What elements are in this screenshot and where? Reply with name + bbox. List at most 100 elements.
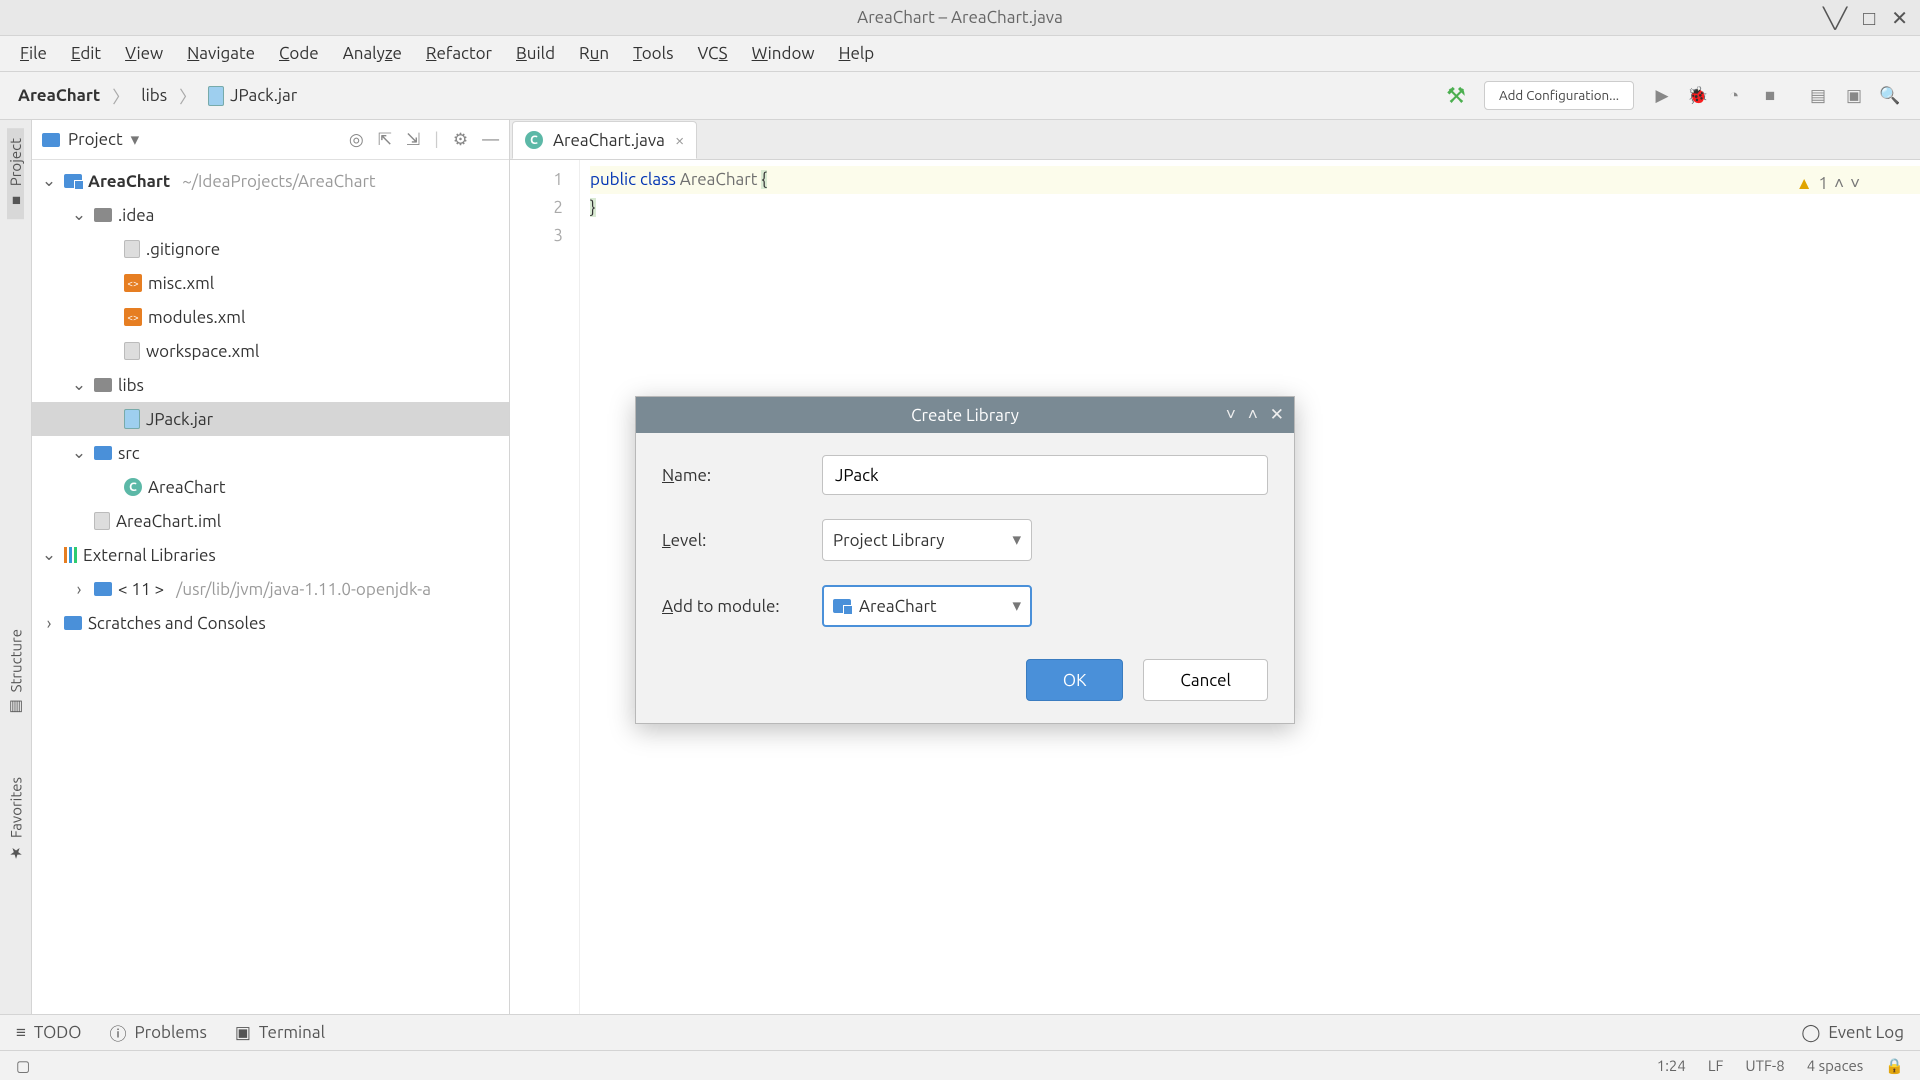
project-view-selector[interactable]: Project ▾	[42, 130, 139, 150]
tool-tab-project[interactable]: ■ Project	[7, 128, 24, 219]
menu-file[interactable]: File	[8, 40, 59, 67]
menu-help[interactable]: Help	[827, 40, 887, 67]
lock-icon[interactable]: 🔒	[1885, 1057, 1904, 1075]
menu-edit[interactable]: Edit	[59, 40, 113, 67]
window-minimize-icon[interactable]: ╲╱	[1823, 6, 1847, 31]
tree-external-libraries[interactable]: ⌄ External Libraries	[32, 538, 509, 572]
menu-build[interactable]: Build	[504, 40, 567, 67]
tree-file[interactable]: .gitignore	[32, 232, 509, 266]
build-icon[interactable]: ⚒	[1438, 78, 1474, 114]
chevron-down-icon[interactable]: ⌄	[70, 205, 88, 225]
chevron-down-icon[interactable]: ⌄	[40, 545, 58, 565]
tree-iml-file[interactable]: AreaChart.iml	[32, 504, 509, 538]
chevron-up-icon[interactable]: ˄	[1248, 405, 1258, 425]
tool-tab-label: Event Log	[1828, 1023, 1904, 1042]
chevron-down-icon[interactable]: ˅	[1226, 405, 1236, 425]
project-panel: Project ▾ ◎ ⇱ ⇲ | ⚙ — ⌄ AreaChart ~/Idea…	[32, 120, 510, 1014]
tree-scratches[interactable]: › Scratches and Consoles	[32, 606, 509, 640]
locate-icon[interactable]: ◎	[349, 130, 364, 150]
tool-tab-problems[interactable]: ⓘ Problems	[109, 1020, 206, 1045]
menu-tools[interactable]: Tools	[621, 40, 685, 67]
tool-tab-todo[interactable]: ≡ TODO	[16, 1023, 81, 1043]
tree-jar-file[interactable]: JPack.jar	[32, 402, 509, 436]
search-everywhere-icon[interactable]: 🔍	[1872, 78, 1908, 114]
status-line-separator[interactable]: LF	[1708, 1057, 1724, 1075]
close-icon[interactable]: ×	[675, 131, 685, 150]
tree-jdk[interactable]: › < 11 > /usr/lib/jvm/java-1.11.0-openjd…	[32, 572, 509, 606]
level-select[interactable]: Project Library ▾	[822, 519, 1032, 561]
tool-tab-favorites[interactable]: ★ Favorites	[7, 767, 25, 872]
status-caret-position[interactable]: 1:24	[1657, 1057, 1686, 1075]
tree-file[interactable]: <>misc.xml	[32, 266, 509, 300]
tree-item-label: modules.xml	[148, 308, 245, 327]
tree-idea-folder[interactable]: ⌄ .idea	[32, 198, 509, 232]
menu-refactor[interactable]: Refactor	[414, 40, 504, 67]
editor-gutter: 1 2 3	[510, 160, 580, 1014]
menu-view[interactable]: View	[113, 40, 175, 67]
breadcrumb-libs[interactable]: libs	[135, 84, 173, 107]
breadcrumb-leaf[interactable]: JPack.jar	[202, 84, 303, 108]
coverage-icon[interactable]: ◔	[1716, 78, 1752, 114]
debug-icon[interactable]: 🐞	[1680, 78, 1716, 114]
tree-item-label: External Libraries	[83, 546, 216, 565]
window-title: AreaChart – AreaChart.java	[857, 8, 1063, 27]
divider: |	[434, 130, 439, 150]
keyword: class	[640, 170, 676, 189]
scratches-icon	[64, 616, 82, 630]
run-anything-icon[interactable]: ▣	[1836, 78, 1872, 114]
menu-code[interactable]: Code	[267, 40, 331, 67]
menu-window[interactable]: Window	[740, 40, 827, 67]
tool-tab-terminal[interactable]: ▣ Terminal	[235, 1023, 325, 1043]
chevron-down-icon[interactable]: ⌄	[70, 443, 88, 463]
module-select[interactable]: AreaChart ▾	[822, 585, 1032, 627]
chevron-right-icon: 〉	[179, 83, 196, 108]
toolwindow-toggle-icon[interactable]: ▢	[16, 1057, 30, 1075]
window-maximize-icon[interactable]: □	[1863, 6, 1875, 31]
status-encoding[interactable]: UTF-8	[1745, 1057, 1784, 1075]
tree-libs-folder[interactable]: ⌄ libs	[32, 368, 509, 402]
menu-analyze[interactable]: Analyze	[331, 40, 414, 67]
stop-icon[interactable]: ■	[1752, 78, 1788, 114]
project-structure-icon[interactable]: ▤	[1800, 78, 1836, 114]
menu-run[interactable]: Run	[567, 40, 621, 67]
chevron-right-icon[interactable]: ›	[40, 614, 58, 633]
tree-file[interactable]: workspace.xml	[32, 334, 509, 368]
tree-item-label: src	[118, 444, 140, 463]
add-configuration-button[interactable]: Add Configuration...	[1484, 81, 1634, 110]
jar-icon	[124, 409, 140, 429]
chevron-down-icon[interactable]: ˅	[1850, 170, 1860, 198]
collapse-all-icon[interactable]: ⇲	[406, 130, 420, 150]
chevron-down-icon[interactable]: ⌄	[70, 375, 88, 395]
xml-icon: <>	[124, 308, 142, 326]
inspection-widget[interactable]: ▲ 1 ˄ ˅	[1796, 170, 1860, 198]
tree-root[interactable]: ⌄ AreaChart ~/IdeaProjects/AreaChart	[32, 164, 509, 198]
chevron-up-icon[interactable]: ˄	[1834, 170, 1844, 198]
chevron-right-icon[interactable]: ›	[70, 580, 88, 599]
close-icon[interactable]: ✕	[1270, 405, 1284, 425]
cancel-button[interactable]: Cancel	[1143, 659, 1268, 701]
hide-icon[interactable]: —	[482, 130, 499, 150]
tool-tab-event-log[interactable]: ◯ Event Log	[1801, 1023, 1904, 1043]
file-icon	[94, 512, 110, 530]
brace: {	[761, 170, 767, 189]
dialog-titlebar[interactable]: Create Library ˅ ˄ ✕	[636, 397, 1294, 433]
menu-navigate[interactable]: Navigate	[175, 40, 267, 67]
status-indent[interactable]: 4 spaces	[1807, 1057, 1864, 1075]
ok-button[interactable]: OK	[1026, 659, 1124, 701]
run-icon[interactable]: ▶	[1644, 78, 1680, 114]
tool-tab-structure[interactable]: ▥ Structure	[7, 619, 25, 726]
window-close-icon[interactable]: ✕	[1891, 6, 1908, 31]
editor-tab[interactable]: C AreaChart.java ×	[512, 121, 697, 159]
breadcrumb-root[interactable]: AreaChart	[12, 84, 106, 107]
tree-file[interactable]: <> modules.xml	[32, 300, 509, 334]
status-bar: ▢ 1:24 LF UTF-8 4 spaces 🔒	[0, 1050, 1920, 1080]
warning-icon: ▲	[1796, 170, 1813, 198]
menu-vcs[interactable]: VCS	[685, 40, 739, 67]
expand-all-icon[interactable]: ⇱	[378, 130, 392, 150]
settings-icon[interactable]: ⚙	[453, 130, 468, 150]
tree-class-file[interactable]: C AreaChart	[32, 470, 509, 504]
chevron-down-icon[interactable]: ⌄	[40, 171, 58, 191]
class-name: AreaChart	[680, 170, 758, 189]
library-name-input[interactable]	[822, 455, 1268, 495]
tree-src-folder[interactable]: ⌄ src	[32, 436, 509, 470]
